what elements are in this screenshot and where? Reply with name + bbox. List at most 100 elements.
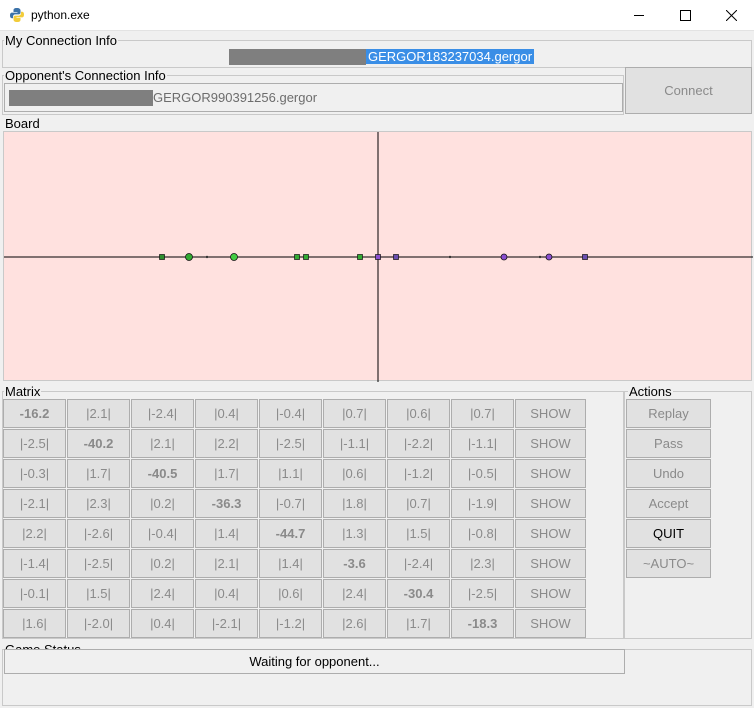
show-button[interactable]: SHOW — [515, 399, 586, 428]
board-marker — [582, 254, 588, 260]
matrix-cell[interactable]: -44.7 — [259, 519, 322, 548]
show-button[interactable]: SHOW — [515, 549, 586, 578]
matrix-cell[interactable]: |0.4| — [195, 399, 258, 428]
matrix-cell[interactable]: -30.4 — [387, 579, 450, 608]
matrix-cell[interactable]: |-2.5| — [259, 429, 322, 458]
matrix-cell[interactable]: |-2.1| — [3, 489, 66, 518]
opponent-address-field[interactable]: GERGOR990391256.gergor — [4, 83, 623, 112]
board-marker — [448, 255, 452, 259]
matrix-cell[interactable]: |2.3| — [451, 549, 514, 578]
matrix-cell[interactable]: |1.8| — [323, 489, 386, 518]
title-bar: python.exe — [0, 0, 754, 31]
auto-button[interactable]: ~AUTO~ — [626, 549, 711, 578]
matrix-cell[interactable]: |1.5| — [67, 579, 130, 608]
matrix-cell[interactable]: |1.4| — [195, 519, 258, 548]
matrix-cell[interactable]: |2.3| — [67, 489, 130, 518]
my-address-text: GERGOR183237034.gergor — [366, 49, 535, 64]
matrix-cell[interactable]: |2.6| — [323, 609, 386, 638]
matrix-cell[interactable]: -18.3 — [451, 609, 514, 638]
matrix-cell[interactable]: |1.1| — [259, 459, 322, 488]
matrix-cell[interactable]: |-2.5| — [451, 579, 514, 608]
matrix-cell[interactable]: |0.4| — [131, 609, 194, 638]
matrix-cell[interactable]: |0.2| — [131, 489, 194, 518]
matrix-cell[interactable]: |2.4| — [131, 579, 194, 608]
matrix-cell[interactable]: |-2.1| — [195, 609, 258, 638]
show-button[interactable]: SHOW — [515, 579, 586, 608]
matrix-cell[interactable]: |-1.4| — [3, 549, 66, 578]
show-button[interactable]: SHOW — [515, 519, 586, 548]
matrix-cell[interactable]: |2.1| — [67, 399, 130, 428]
matrix-cell[interactable]: |2.1| — [195, 549, 258, 578]
minimize-button[interactable] — [616, 0, 662, 31]
matrix-cell[interactable]: |-0.4| — [259, 399, 322, 428]
matrix-cell[interactable]: |1.7| — [67, 459, 130, 488]
close-button[interactable] — [708, 0, 754, 31]
matrix-cell[interactable]: |0.7| — [451, 399, 514, 428]
maximize-button[interactable] — [662, 0, 708, 31]
replay-button[interactable]: Replay — [626, 399, 711, 428]
matrix-cell[interactable]: |2.4| — [323, 579, 386, 608]
accept-button[interactable]: Accept — [626, 489, 711, 518]
matrix-cell[interactable]: |-1.1| — [323, 429, 386, 458]
matrix-cell[interactable]: |2.1| — [131, 429, 194, 458]
board-marker — [205, 255, 209, 259]
minimize-icon — [634, 15, 644, 16]
matrix-cell[interactable]: |-2.4| — [131, 399, 194, 428]
matrix-cell[interactable]: |-1.9| — [451, 489, 514, 518]
matrix-cell[interactable]: |2.2| — [195, 429, 258, 458]
matrix-cell[interactable]: -16.2 — [3, 399, 66, 428]
connect-button[interactable]: Connect — [625, 67, 752, 114]
matrix-cell[interactable]: |-0.1| — [3, 579, 66, 608]
matrix-cell[interactable]: |-0.4| — [131, 519, 194, 548]
matrix-cell[interactable]: -3.6 — [323, 549, 386, 578]
matrix-cell[interactable]: |-1.2| — [259, 609, 322, 638]
matrix-cell[interactable]: |-1.2| — [387, 459, 450, 488]
show-button[interactable]: SHOW — [515, 459, 586, 488]
matrix-cell[interactable]: -40.2 — [67, 429, 130, 458]
matrix-cell[interactable]: |1.3| — [323, 519, 386, 548]
my-connection-label: My Connection Info — [4, 33, 119, 48]
matrix-cell[interactable]: |0.6| — [323, 459, 386, 488]
show-button[interactable]: SHOW — [515, 609, 586, 638]
matrix-cell[interactable]: |0.2| — [131, 549, 194, 578]
matrix-cell[interactable]: -36.3 — [195, 489, 258, 518]
my-connection-address: GERGOR183237034.gergor — [229, 49, 535, 65]
board-marker — [375, 254, 381, 260]
matrix-cell[interactable]: |0.7| — [387, 489, 450, 518]
board-canvas[interactable] — [3, 131, 753, 382]
matrix-cell[interactable]: |1.4| — [259, 549, 322, 578]
matrix-cell[interactable]: |1.6| — [3, 609, 66, 638]
matrix-cell[interactable]: |2.2| — [3, 519, 66, 548]
board-marker — [500, 253, 508, 261]
show-button[interactable]: SHOW — [515, 489, 586, 518]
board-marker — [294, 254, 300, 260]
matrix-cell[interactable]: |0.6| — [387, 399, 450, 428]
quit-button[interactable]: QUIT — [626, 519, 711, 548]
opponent-address-text: GERGOR990391256.gergor — [153, 90, 318, 105]
matrix-cell[interactable]: |-2.0| — [67, 609, 130, 638]
undo-button[interactable]: Undo — [626, 459, 711, 488]
matrix-cell[interactable]: -40.5 — [131, 459, 194, 488]
matrix-cell[interactable]: |-2.6| — [67, 519, 130, 548]
matrix-cell[interactable]: |1.7| — [195, 459, 258, 488]
matrix-cell[interactable]: |-2.5| — [67, 549, 130, 578]
matrix-cell[interactable]: |-2.5| — [3, 429, 66, 458]
matrix-cell[interactable]: |0.6| — [259, 579, 322, 608]
matrix-cell[interactable]: |0.4| — [195, 579, 258, 608]
pass-button[interactable]: Pass — [626, 429, 711, 458]
window-title: python.exe — [31, 8, 90, 22]
matrix-cell[interactable]: |0.7| — [323, 399, 386, 428]
matrix-cell[interactable]: |-0.5| — [451, 459, 514, 488]
matrix-cell[interactable]: |-2.2| — [387, 429, 450, 458]
matrix-cell[interactable]: |-2.4| — [387, 549, 450, 578]
board-marker — [538, 255, 542, 259]
matrix-cell[interactable]: |-1.1| — [451, 429, 514, 458]
show-button[interactable]: SHOW — [515, 429, 586, 458]
close-icon — [726, 10, 737, 21]
matrix-cell[interactable]: |1.7| — [387, 609, 450, 638]
matrix-cell[interactable]: |-0.7| — [259, 489, 322, 518]
matrix-cell[interactable]: |-0.8| — [451, 519, 514, 548]
masked-address-prefix — [229, 49, 366, 65]
matrix-cell[interactable]: |-0.3| — [3, 459, 66, 488]
matrix-cell[interactable]: |1.5| — [387, 519, 450, 548]
